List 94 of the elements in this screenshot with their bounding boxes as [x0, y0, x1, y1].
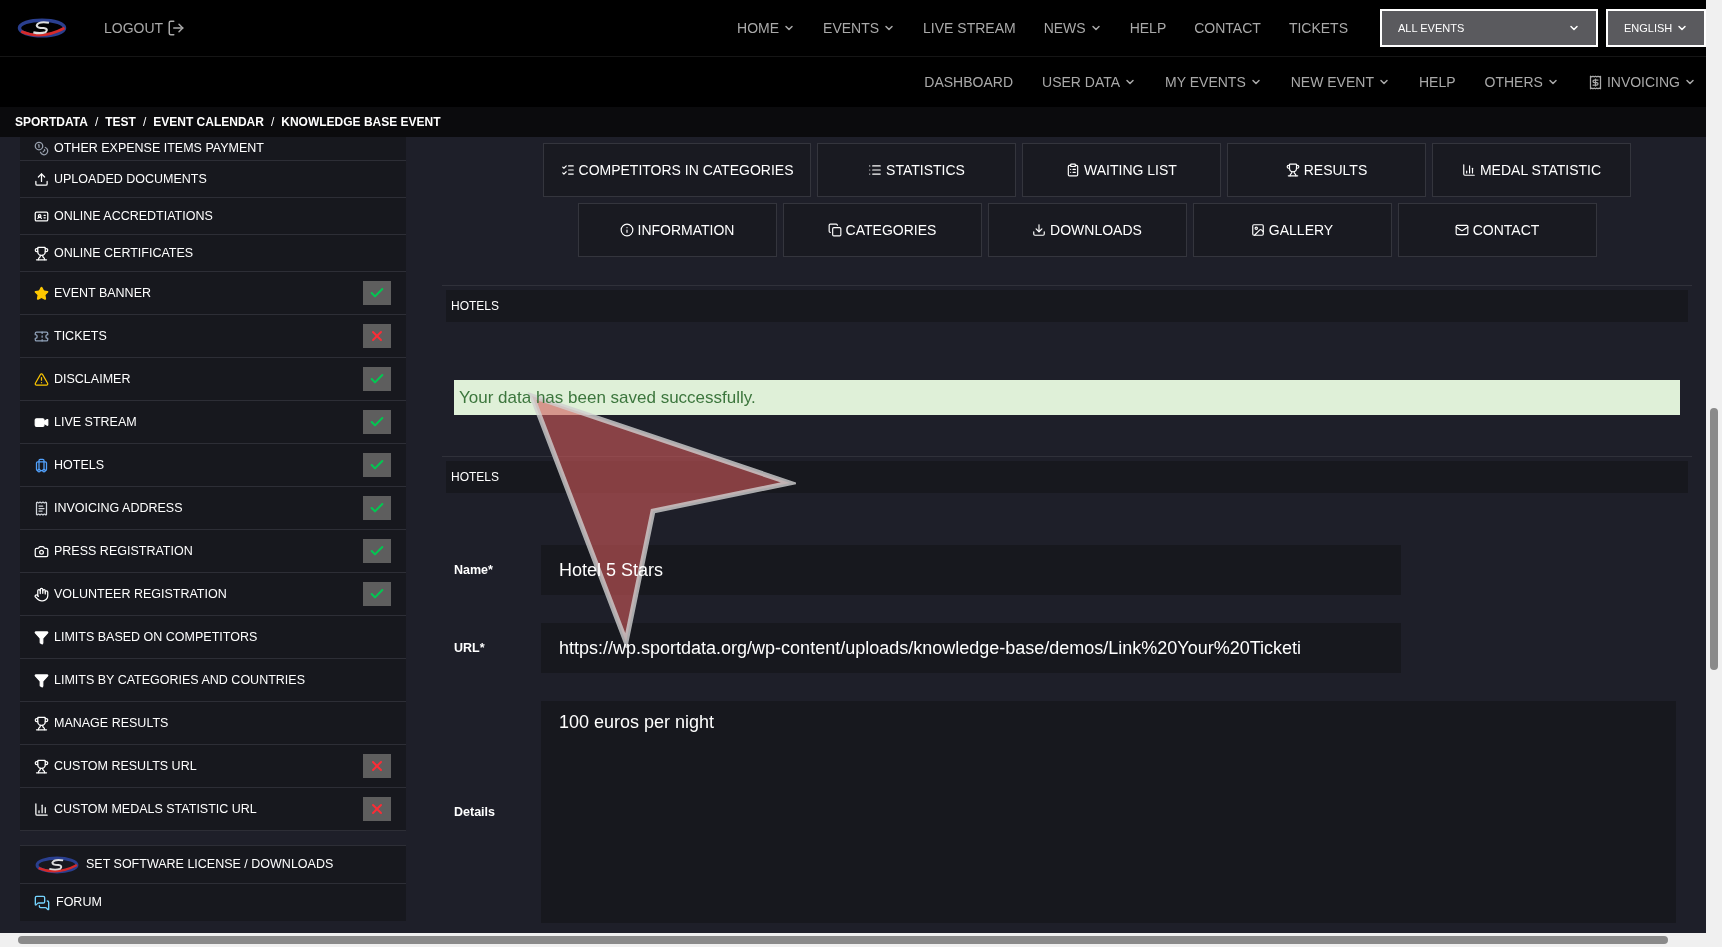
nav-link[interactable]: OTHERS	[1484, 71, 1559, 93]
nav-link[interactable]: MY EVENTS	[1165, 71, 1262, 93]
sidebar-item[interactable]: FORUM	[20, 883, 406, 921]
event-tab[interactable]: GALLERY	[1192, 203, 1392, 257]
success-alert: Your data has been saved successfully.	[454, 380, 1680, 415]
breadcrumb-separator: /	[142, 114, 147, 131]
mail-icon	[1454, 223, 1469, 237]
sidebar-item[interactable]: MANAGE RESULTS	[20, 702, 406, 745]
sidebar-item[interactable]: ONLINE ACCREDTIATIONS	[20, 198, 406, 235]
coins-icon	[34, 141, 49, 156]
sidebar-item[interactable]: TICKETS	[20, 315, 406, 358]
field-label: URL*	[454, 639, 486, 657]
logo-icon	[16, 17, 68, 39]
dropdown-select[interactable]: ALL EVENTS	[1380, 9, 1598, 47]
hand-icon	[34, 586, 49, 602]
sidebar-item[interactable]: ONLINE CERTIFICATES	[20, 235, 406, 272]
event-tab[interactable]: CONTACT	[1397, 203, 1597, 257]
breadcrumb-link[interactable]: TEST	[105, 113, 136, 131]
bar-chart-icon	[34, 801, 49, 817]
event-tab[interactable]: DOWNLOADS	[987, 203, 1187, 257]
logout-link[interactable]: LOGOUT	[104, 17, 186, 39]
nav-link[interactable]: HELP	[1129, 17, 1167, 39]
nav-link[interactable]: TICKETS	[1288, 17, 1348, 39]
event-tab[interactable]: STATISTICS	[817, 143, 1016, 197]
input-field[interactable]: https://wp.sportdata.org/wp-content/uploads/knowledge-base/demos/Link%20Your%20Ticketi	[541, 623, 1401, 673]
logout-icon	[167, 19, 186, 37]
info-icon	[619, 223, 634, 237]
horizontal-scrollbar[interactable]	[0, 933, 1722, 947]
field-label: Name*	[454, 561, 494, 579]
dropdown-select[interactable]: ENGLISH	[1606, 9, 1706, 47]
sidebar-item[interactable]: HOTELS	[20, 444, 406, 487]
breadcrumb-link[interactable]: EVENT CALENDAR	[153, 113, 264, 131]
event-tab[interactable]: CATEGORIES	[782, 203, 982, 257]
sidebar-item[interactable]: UPLOADED DOCUMENTS	[20, 161, 406, 198]
sidebar-item[interactable]: EVENT BANNER	[20, 272, 406, 315]
sidebar-item[interactable]: LIMITS BY CATEGORIES AND COUNTRIES	[20, 659, 406, 702]
sidebar-item[interactable]: PRESS REGISTRATION	[20, 530, 406, 573]
breadcrumb-separator: /	[94, 114, 99, 131]
nav-link[interactable]: DASHBOARD	[924, 71, 1013, 93]
nav-link[interactable]: HOME	[737, 17, 796, 39]
invoice-icon	[1587, 74, 1603, 90]
sidebar-item[interactable]: CUSTOM MEDALS STATISTIC URL	[20, 788, 406, 831]
breadcrumb-link[interactable]: SPORTDATA	[15, 113, 88, 131]
id-card-icon	[34, 208, 49, 224]
image-icon	[1250, 223, 1265, 237]
documents-icon	[827, 223, 842, 237]
ticket-icon	[34, 328, 49, 344]
sidebar-item[interactable]: SET SOFTWARE LICENSE / DOWNLOADS	[20, 845, 406, 883]
sidebar-item[interactable]: LIVE STREAM	[20, 401, 406, 444]
sidebar-item[interactable]: CUSTOM RESULTS URL	[20, 745, 406, 788]
chat-icon	[34, 894, 50, 911]
nav-link[interactable]: CONTACT	[1194, 17, 1261, 39]
clipboard-icon	[1066, 163, 1081, 177]
sidebar-item[interactable]: OTHER EXPENSE ITEMS PAYMENT	[20, 137, 406, 161]
breadcrumb-separator: /	[270, 114, 275, 131]
nav-link[interactable]: EVENTS	[823, 17, 896, 39]
section-header: HOTELS	[446, 461, 1688, 493]
breadcrumb-link[interactable]: KNOWLEDGE BASE EVENT	[281, 113, 441, 131]
section-header: HOTELS	[446, 290, 1688, 322]
sidebar-item[interactable]: INVOICING ADDRESS	[20, 487, 406, 530]
download-icon	[1032, 223, 1047, 237]
list-icon	[868, 163, 883, 177]
nav-link[interactable]: USER DATA	[1042, 71, 1137, 93]
sidebar-item[interactable]: DISCLAIMER	[20, 358, 406, 401]
event-tab[interactable]: RESULTS	[1227, 143, 1426, 197]
trophy-icon	[1285, 163, 1300, 177]
star-icon	[34, 285, 49, 301]
nav-link[interactable]: LIVE STREAM	[923, 17, 1016, 39]
suitcase-icon	[34, 457, 49, 473]
nav-link[interactable]: NEW EVENT	[1290, 71, 1390, 93]
sidebar-item[interactable]: LIMITS BASED ON COMPETITORS	[20, 616, 406, 659]
checklist-icon	[560, 163, 575, 177]
trophy-icon	[34, 758, 49, 774]
filter-icon	[34, 629, 49, 645]
camera-icon	[34, 543, 49, 559]
sidebar-item[interactable]: VOLUNTEER REGISTRATION	[20, 573, 406, 616]
logo-icon	[34, 854, 80, 875]
details-textarea[interactable]: 100 euros per night	[541, 701, 1676, 923]
upload-icon	[34, 171, 49, 187]
nav-link[interactable]: HELP	[1418, 71, 1456, 93]
event-tab[interactable]: MEDAL STATISTIC	[1432, 143, 1631, 197]
trophy-icon	[34, 715, 49, 731]
nav-link[interactable]: INVOICING	[1587, 71, 1696, 93]
warning-icon	[34, 371, 49, 387]
vertical-scrollbar[interactable]	[1706, 0, 1722, 933]
trophy-icon	[34, 245, 49, 261]
filter-icon	[34, 672, 49, 688]
bar-chart-icon	[1461, 163, 1476, 177]
invoice-icon	[34, 500, 49, 516]
event-tab[interactable]: INFORMATION	[577, 203, 777, 257]
event-tab[interactable]: COMPETITORS IN CATEGORIES	[543, 143, 811, 197]
nav-link[interactable]: NEWS	[1043, 17, 1102, 39]
field-label: Details	[454, 803, 496, 821]
event-tab[interactable]: WAITING LIST	[1022, 143, 1221, 197]
